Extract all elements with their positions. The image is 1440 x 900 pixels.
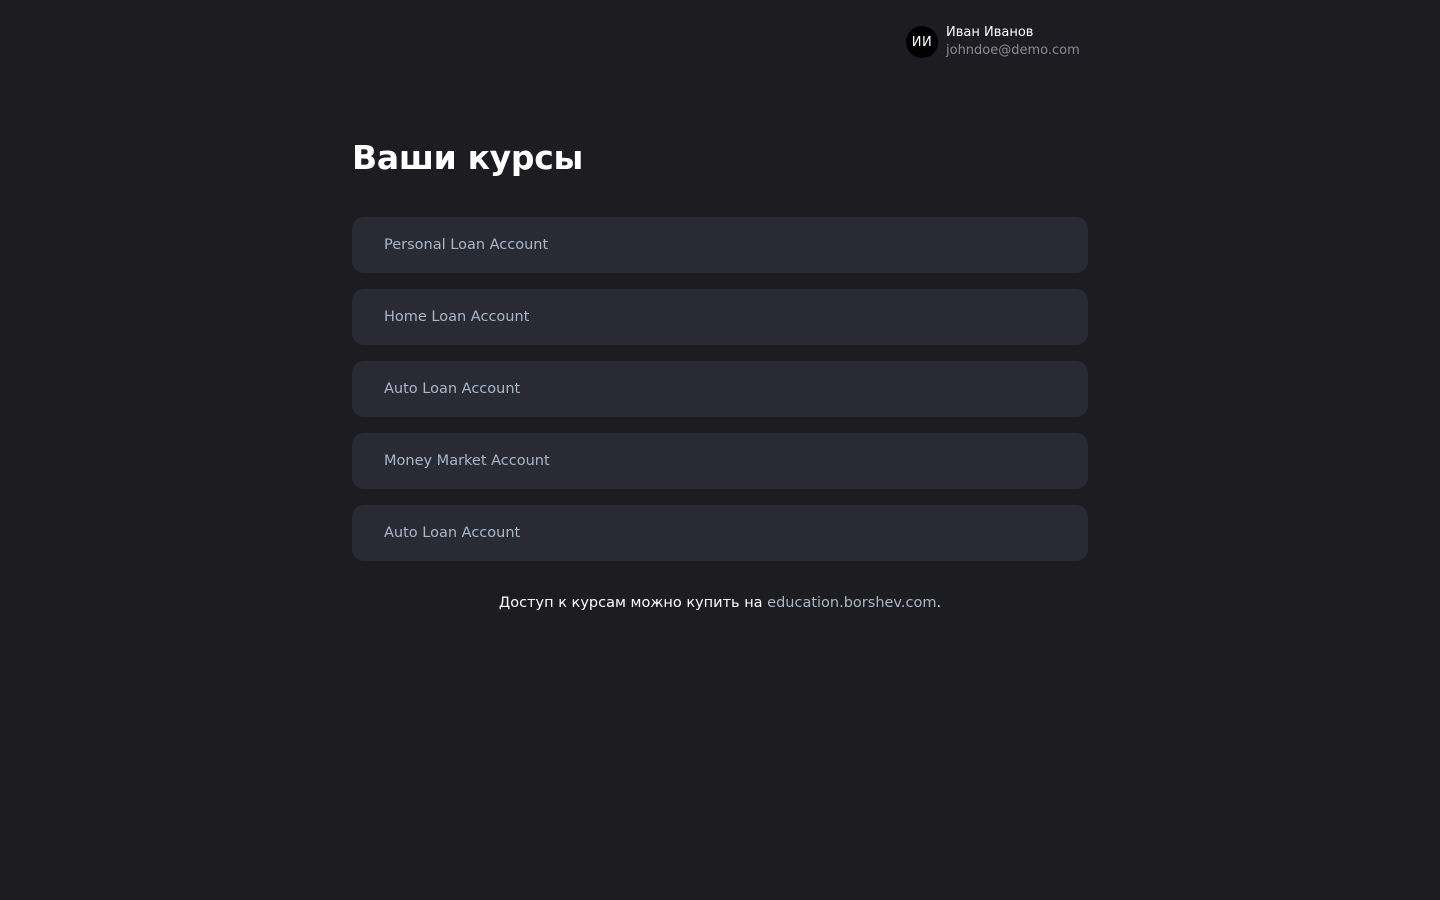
course-label: Auto Loan Account (384, 381, 521, 397)
course-item[interactable]: Auto Loan Account (352, 505, 1088, 561)
course-label: Personal Loan Account (384, 237, 549, 253)
avatar[interactable]: ИИ (906, 26, 938, 58)
page-title: Ваши курсы (352, 138, 584, 177)
purchase-note-prefix: Доступ к курсам можно купить на (498, 595, 768, 611)
user-profile[interactable]: ИИ Иван Иванов johndoe@demo.com (906, 24, 1080, 60)
purchase-note: Доступ к курсам можно купить на educatio… (352, 595, 1088, 611)
course-label: Money Market Account (384, 453, 550, 469)
course-label: Auto Loan Account (384, 525, 521, 541)
course-label: Home Loan Account (384, 309, 530, 325)
course-item[interactable]: Personal Loan Account (352, 217, 1088, 273)
purchase-note-suffix: . (936, 595, 942, 611)
course-item[interactable]: Money Market Account (352, 433, 1088, 489)
main-content: Ваши курсы Personal Loan Account Home Lo… (352, 132, 1088, 611)
course-list: Personal Loan Account Home Loan Account … (352, 217, 1088, 561)
course-item[interactable]: Auto Loan Account (352, 361, 1088, 417)
user-name: Иван Иванов (946, 25, 1034, 40)
course-item[interactable]: Home Loan Account (352, 289, 1088, 345)
user-email: johndoe@demo.com (946, 43, 1080, 58)
user-info: Иван Иванов johndoe@demo.com (946, 24, 1080, 60)
shop-link[interactable]: education.borshev.com (767, 595, 936, 611)
